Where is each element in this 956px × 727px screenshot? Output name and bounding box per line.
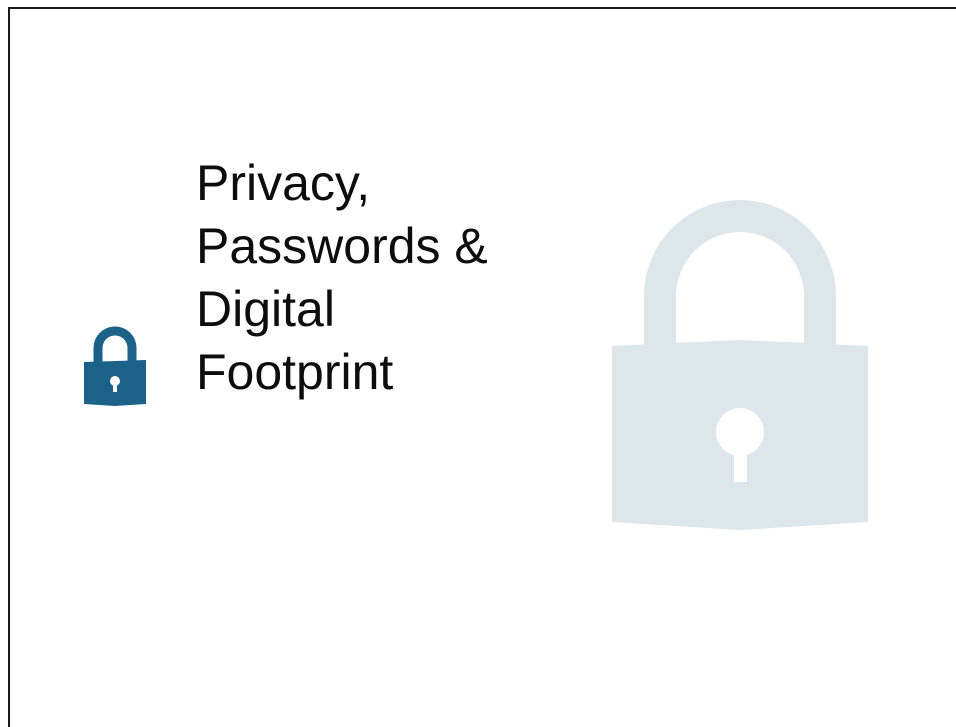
title-line-4: Footprint xyxy=(196,344,394,400)
title-line-3: Digital xyxy=(196,281,335,337)
padlock-watermark-icon xyxy=(612,200,868,530)
title-line-1: Privacy, xyxy=(196,155,371,211)
title-line-2: Passwords & xyxy=(196,218,488,274)
slide-title: Privacy, Passwords & Digital Footprint xyxy=(196,152,488,404)
padlock-icon xyxy=(84,326,146,406)
